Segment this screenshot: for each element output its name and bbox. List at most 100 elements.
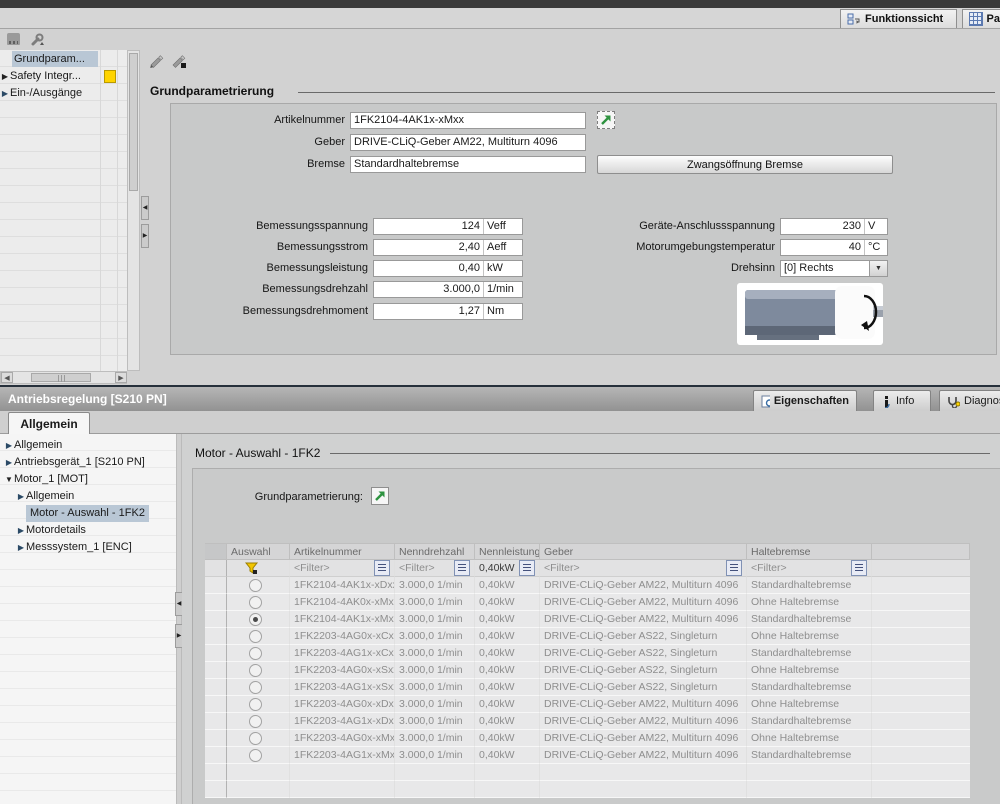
tree-item-motor-auswahl[interactable]: Motor - Auswahl - 1FK2 <box>0 505 176 522</box>
bemessungsleistung-field[interactable]: 0,40kW <box>373 260 523 277</box>
section-title: Motor - Auswahl - 1FK2 <box>195 446 320 460</box>
bremse-label: Bremse <box>178 156 345 173</box>
filter-nenndrehzahl[interactable]: <Filter> <box>395 560 475 577</box>
header-nenndrehzahl[interactable]: Nenndrehzahl <box>395 543 475 560</box>
header-auswahl[interactable]: Auswahl <box>227 543 290 560</box>
scroll-right-button[interactable]: ▶ <box>115 372 127 383</box>
motor-image <box>737 283 883 345</box>
filter-nennleistung[interactable]: 0,40kW <box>475 560 540 577</box>
bemessungsdrehmoment-label: Bemessungsdrehmoment <box>178 303 368 320</box>
filter-auswahl[interactable] <box>227 560 290 577</box>
inspector-tree: Allgemein Antriebsgerät_1 [S210 PN] Moto… <box>0 434 176 804</box>
sidebar-item-ein-ausgaenge[interactable]: Ein-/Ausgänge <box>0 85 127 102</box>
radio-button[interactable] <box>249 749 262 762</box>
edit-pencil-icon[interactable] <box>148 53 165 69</box>
tab-allgemein[interactable]: Allgemein <box>8 412 90 434</box>
radio-button[interactable] <box>249 698 262 711</box>
function-view-icon <box>847 13 861 25</box>
table-row[interactable]: 1FK2203-4AG1x-xSxx3.000,0 1/min0,40kWDRI… <box>205 679 970 696</box>
unit-label: 1/min <box>483 282 519 297</box>
table-row[interactable]: 1FK2203-4AG0x-xSxx3.000,0 1/min0,40kWDRI… <box>205 662 970 679</box>
table-row[interactable]: 1FK2203-4AG1x-xDxx3.000,0 1/min0,40kWDRI… <box>205 713 970 730</box>
bremse-field[interactable]: Standardhaltebremse <box>350 156 586 173</box>
sidebar-horizontal-scrollbar[interactable]: ◀ ▶ <box>0 371 127 384</box>
collapse-left-button[interactable]: ◀ <box>141 196 149 220</box>
collapse-right-button[interactable]: ▶ <box>141 224 149 248</box>
bemessungsdrehzahl-label: Bemessungsdrehzahl <box>178 281 368 298</box>
radio-button[interactable] <box>249 579 262 592</box>
radio-button[interactable] <box>249 715 262 728</box>
header-geber[interactable]: Geber <box>540 543 747 560</box>
sidebar-item-safety-integrated[interactable]: Safety Integr... <box>0 68 127 85</box>
memory-card-icon[interactable] <box>7 33 20 45</box>
zwangsoeffnung-bremse-button[interactable]: Zwangsöffnung Bremse <box>597 155 893 174</box>
sidebar-vertical-scrollbar[interactable] <box>127 50 140 371</box>
bemessungsspannung-field[interactable]: 124Veff <box>373 218 523 235</box>
radio-button[interactable] <box>249 647 262 660</box>
sidebar-item-label: Safety Integr... <box>10 70 81 82</box>
table-row[interactable]: 1FK2203-4AG0x-xDxx3.000,0 1/min0,40kWDRI… <box>205 696 970 713</box>
table-row[interactable]: 1FK2104-4AK0x-xMxx3.000,0 1/min0,40kWDRI… <box>205 594 970 611</box>
table-row[interactable]: 1FK2104-4AK1x-xDxx3.000,0 1/min0,40kWDRI… <box>205 577 970 594</box>
filter-geber[interactable]: <Filter> <box>540 560 747 577</box>
radio-button[interactable] <box>249 732 262 745</box>
scrollbar-thumb[interactable] <box>31 373 91 382</box>
chevron-down-icon[interactable] <box>869 261 887 276</box>
bemessungsstrom-field[interactable]: 2,40Aeff <box>373 239 523 256</box>
tree-item-motordetails[interactable]: Motordetails <box>0 522 176 539</box>
header-artikelnummer[interactable]: Artikelnummer <box>290 543 395 560</box>
geber-field[interactable]: DRIVE-CLiQ-Geber AM22, Multiturn 4096 <box>350 134 586 151</box>
radio-button[interactable] <box>249 613 262 626</box>
filter-dropdown-icon[interactable] <box>454 560 470 576</box>
green-arrow-icon <box>374 490 386 502</box>
tab-diagnose[interactable]: Diagnose <box>939 390 1000 411</box>
scroll-left-button[interactable]: ◀ <box>1 372 13 383</box>
tab-parametersicht-label: Pa <box>987 13 1000 25</box>
tab-eigenschaften[interactable]: Eigenschaften <box>753 390 857 411</box>
expand-arrow-icon[interactable] <box>0 68 10 85</box>
scrollbar-thumb[interactable] <box>129 53 138 191</box>
bemessungsleistung-label: Bemessungsleistung <box>178 260 368 277</box>
open-selection-button[interactable] <box>597 111 615 129</box>
filter-dropdown-icon[interactable] <box>519 560 535 576</box>
table-row[interactable]: 1FK2104-4AK1x-xMxx3.000,0 1/min0,40kWDRI… <box>205 611 970 628</box>
umgebungstemperatur-field[interactable]: 40°C <box>780 239 888 256</box>
tab-label: Eigenschaften <box>774 395 849 407</box>
tree-item-allgemein-sub[interactable]: Allgemein <box>0 488 176 505</box>
bemessungsdrehmoment-field[interactable]: 1,27Nm <box>373 303 523 320</box>
filter-dropdown-icon[interactable] <box>851 560 867 576</box>
table-row[interactable]: 1FK2203-4AG1x-xCxx3.000,0 1/min0,40kWDRI… <box>205 645 970 662</box>
bemessungsdrehzahl-field[interactable]: 3.000,01/min <box>373 281 523 298</box>
radio-button[interactable] <box>249 681 262 694</box>
inspector-nav-strip: Allgemein <box>0 411 1000 434</box>
tab-info[interactable]: Info <box>873 390 931 411</box>
table-row[interactable]: 1FK2203-4AG1x-xMxx3.000,0 1/min0,40kWDRI… <box>205 747 970 764</box>
tree-item-antriebsgeraet[interactable]: Antriebsgerät_1 [S210 PN] <box>0 454 176 471</box>
header-haltebremse[interactable]: Haltebremse <box>747 543 872 560</box>
artikelnummer-field[interactable]: 1FK2104-4AK1x-xMxx <box>350 112 586 129</box>
tree-item-messsystem[interactable]: Messsystem_1 [ENC] <box>0 539 176 556</box>
table-row[interactable]: 1FK2203-4AG0x-xCxx3.000,0 1/min0,40kWDRI… <box>205 628 970 645</box>
anschlussspannung-field[interactable]: 230V <box>780 218 888 235</box>
radio-button[interactable] <box>249 664 262 677</box>
edit-pencil-black-icon[interactable] <box>170 53 187 69</box>
sidebar-item-label: Ein-/Ausgänge <box>10 87 82 99</box>
tree-item-motor-1[interactable]: Motor_1 [MOT] <box>0 471 176 488</box>
filter-dropdown-icon[interactable] <box>726 560 742 576</box>
table-row[interactable]: 1FK2203-4AG0x-xMxx3.000,0 1/min0,40kWDRI… <box>205 730 970 747</box>
expand-arrow-icon[interactable] <box>0 85 10 102</box>
filter-dropdown-icon[interactable] <box>374 560 390 576</box>
tree-item-allgemein[interactable]: Allgemein <box>0 437 176 454</box>
tab-parametersicht[interactable]: Pa <box>962 9 1000 28</box>
radio-button[interactable] <box>249 596 262 609</box>
filter-artikelnummer[interactable]: <Filter> <box>290 560 395 577</box>
drehsinn-dropdown[interactable]: [0] Rechts <box>780 260 888 277</box>
open-grundparametrierung-button[interactable] <box>371 487 389 505</box>
filter-haltebremse[interactable]: <Filter> <box>747 560 872 577</box>
tools-icon[interactable] <box>30 32 45 47</box>
tab-funktionssicht[interactable]: Funktionssicht <box>840 9 957 28</box>
table-header-row: Auswahl Artikelnummer Nenndrehzahl Nennl… <box>205 543 970 560</box>
header-nennleistung[interactable]: Nennleistung <box>475 543 540 560</box>
sidebar-item-grundparametrierung[interactable]: Grundparam... <box>0 51 127 68</box>
radio-button[interactable] <box>249 630 262 643</box>
